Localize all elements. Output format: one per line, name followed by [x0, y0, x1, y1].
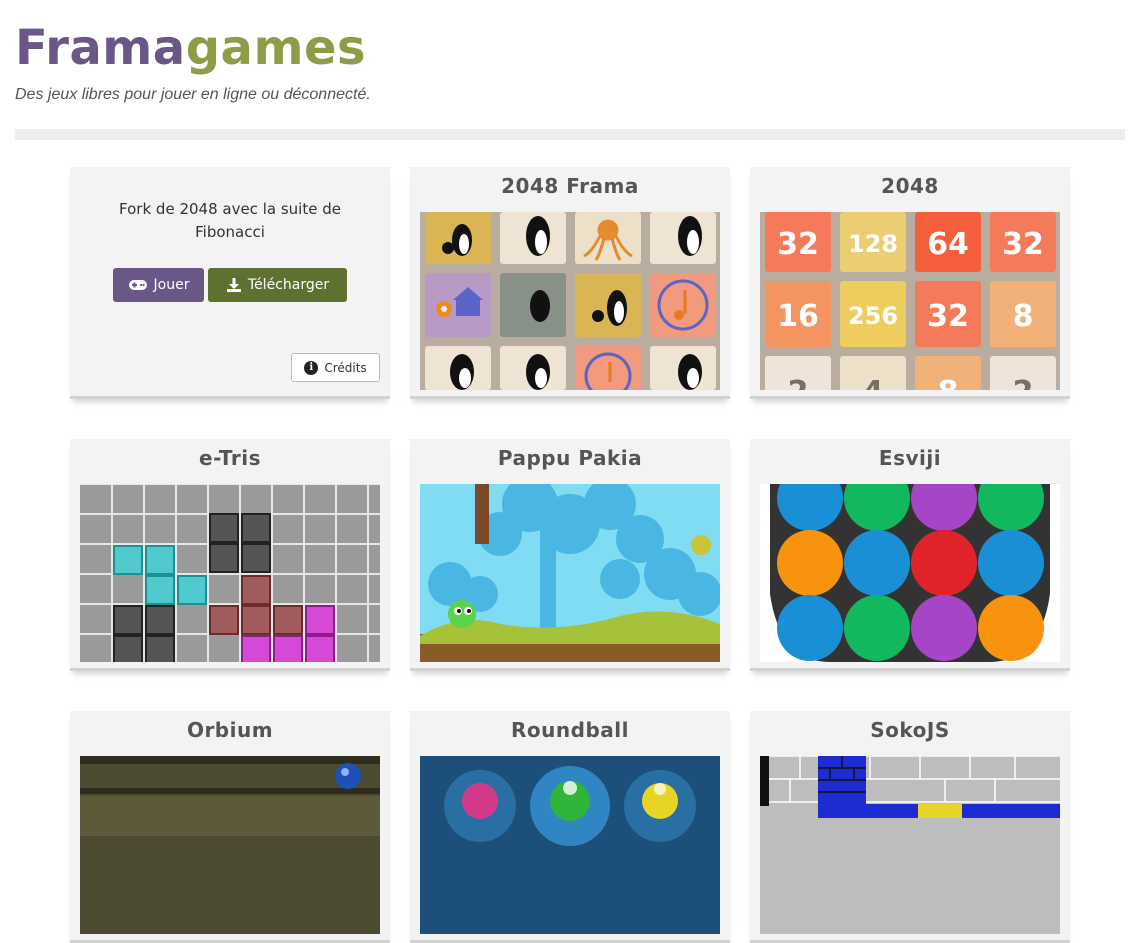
tile-value: 32 — [927, 299, 969, 334]
game-thumbnail-2048[interactable]: 32 128 64 32 16 256 32 8 2 4 8 2 — [760, 212, 1060, 390]
play-button[interactable]: Jouer — [113, 268, 204, 302]
game-title: 2048 Frama — [501, 174, 639, 198]
tile-value: 256 — [848, 302, 898, 330]
game-title: Orbium — [186, 718, 274, 742]
game-thumbnail-esviji[interactable] — [760, 484, 1060, 662]
game-card-2048[interactable]: 2048 32 128 64 32 16 256 32 8 — [750, 167, 1070, 399]
game-title: SokoJS — [870, 718, 950, 742]
game-thumbnail-roundball[interactable] — [420, 756, 720, 934]
game-title: e-Tris — [199, 446, 261, 470]
game-card-pappu-pakia[interactable]: Pappu Pakia — [410, 439, 730, 671]
download-button[interactable]: Télécharger — [208, 268, 347, 302]
play-label: Jouer — [153, 277, 190, 293]
header-divider — [15, 129, 1125, 140]
site-tagline: Des jeux libres pour jouer en ligne ou d… — [15, 86, 371, 103]
game-card-esviji[interactable]: Esviji — [750, 439, 1070, 671]
game-card-roundball[interactable]: Roundball — [410, 711, 730, 943]
tile-value: 128 — [848, 230, 898, 258]
game-card-sokojs[interactable]: SokoJS — [750, 711, 1070, 943]
logo-part-games: games — [185, 20, 367, 76]
download-label: Télécharger — [247, 277, 330, 293]
game-thumbnail-2048-frama[interactable] — [420, 212, 720, 390]
game-description: Fork de 2048 avec la suite de Fibonacci — [119, 200, 341, 241]
game-title: Esviji — [878, 446, 942, 470]
tile-value: 64 — [927, 227, 969, 262]
credits-label: Crédits — [324, 360, 367, 375]
tile-value: 2 — [788, 375, 809, 390]
game-thumbnail-pappu-pakia[interactable] — [420, 484, 720, 662]
credits-button[interactable]: i Crédits — [291, 353, 380, 382]
featured-game-card: Fork de 2048 avec la suite de Fibonacci … — [70, 167, 390, 399]
tile-value: 32 — [1002, 227, 1044, 262]
site-header: Framagames Des jeux libres pour jouer en… — [15, 18, 371, 104]
info-icon: i — [304, 360, 319, 375]
game-card-2048-frama[interactable]: 2048 Frama — [410, 167, 730, 399]
download-icon — [226, 278, 241, 292]
tile-value: 16 — [777, 299, 819, 334]
game-title: 2048 — [881, 174, 939, 198]
game-thumbnail-sokojs[interactable] — [760, 756, 1060, 934]
game-title: Pappu Pakia — [497, 446, 643, 470]
tile-value: 32 — [777, 227, 819, 262]
gamepad-icon — [128, 280, 147, 290]
game-thumbnail-orbium[interactable] — [80, 756, 380, 934]
game-thumbnail-etris[interactable] — [80, 484, 380, 662]
game-card-orbium[interactable]: Orbium — [70, 711, 390, 943]
tile-value: 8 — [938, 375, 959, 390]
tile-value: 8 — [1013, 299, 1034, 334]
game-card-etris[interactable]: e-Tris — [70, 439, 390, 671]
tile-value: 4 — [863, 375, 884, 390]
game-title: Roundball — [511, 718, 629, 742]
logo-part-frama: Frama — [15, 20, 186, 76]
site-logo[interactable]: Framagames — [15, 18, 371, 78]
tile-value: 2 — [1013, 375, 1034, 390]
